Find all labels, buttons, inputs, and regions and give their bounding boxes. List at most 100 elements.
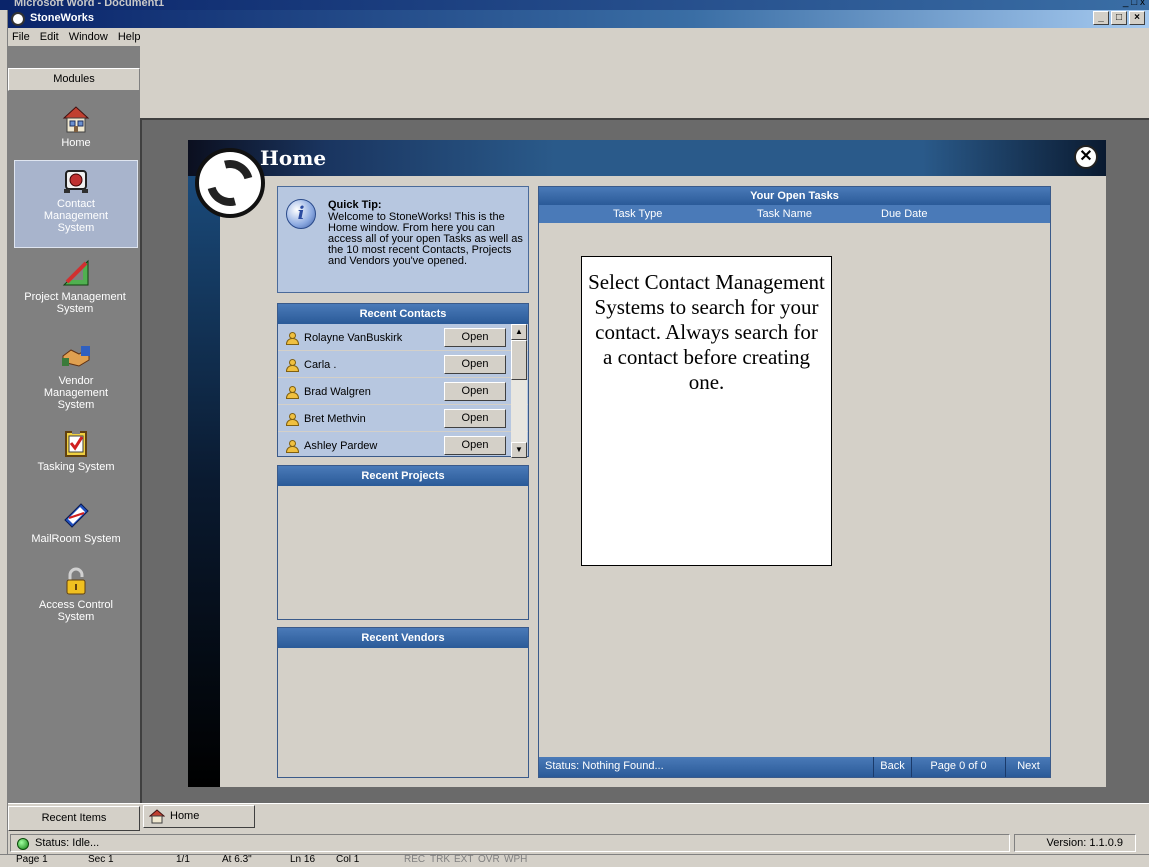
word-status-rec: REC bbox=[404, 854, 426, 865]
list-item[interactable]: Ashley Pardew Open bbox=[278, 432, 528, 456]
word-status-page: Page 1 bbox=[16, 854, 48, 865]
list-item[interactable]: Carla . Open bbox=[278, 351, 528, 378]
open-button[interactable]: Open bbox=[444, 382, 506, 401]
next-button[interactable]: Next bbox=[1005, 757, 1051, 777]
close-button[interactable]: × bbox=[1129, 11, 1145, 25]
modules-header[interactable]: Modules bbox=[8, 68, 140, 91]
background-word-titlebar: Microsoft Word - Document1 _ □ x bbox=[0, 0, 1149, 10]
scroll-down-icon[interactable]: ▼ bbox=[511, 442, 527, 458]
scroll-thumb[interactable] bbox=[511, 340, 527, 380]
window-title: StoneWorks bbox=[30, 12, 94, 24]
sidebar-item-contact-management[interactable]: Contact Management System bbox=[14, 160, 138, 248]
sidebar-item-mailroom-system[interactable]: MailRoom System bbox=[14, 496, 138, 554]
person-icon bbox=[286, 413, 299, 426]
house-icon bbox=[61, 104, 91, 134]
sidebar-item-vendor-management[interactable]: Vendor Management System bbox=[14, 338, 138, 420]
recent-projects-section: Recent Projects bbox=[277, 465, 529, 620]
word-status-at: At 6.3" bbox=[222, 854, 252, 865]
sidebar-item-label: Home bbox=[61, 137, 91, 149]
word-status-section: Sec 1 bbox=[88, 854, 114, 865]
status-light-icon bbox=[17, 838, 29, 850]
sidebar-item-label: Vendor Management System bbox=[43, 375, 109, 411]
page-indicator: Page 0 of 0 bbox=[911, 757, 1005, 777]
person-icon bbox=[286, 386, 299, 399]
ruler-pencil-icon bbox=[61, 258, 91, 288]
tab-home[interactable]: Home bbox=[143, 805, 255, 828]
quick-tip-title: Quick Tip: bbox=[328, 199, 382, 211]
word-status-ovr: OVR bbox=[478, 854, 500, 865]
recent-vendors-section: Recent Vendors bbox=[277, 627, 529, 778]
back-button[interactable]: Back bbox=[873, 757, 911, 777]
column-task-type[interactable]: Task Type bbox=[613, 208, 662, 220]
instruction-callout: Select Contact Management Systems to sea… bbox=[581, 256, 832, 566]
scroll-up-icon[interactable]: ▲ bbox=[511, 324, 527, 340]
person-icon bbox=[286, 440, 299, 453]
minimize-button[interactable]: _ bbox=[1093, 11, 1109, 25]
recent-contacts-list: Rolayne VanBuskirk Open Carla . Open Bra… bbox=[278, 324, 528, 456]
status-bar: Status: Idle... Version: 1.1.0.9 bbox=[8, 832, 1149, 854]
background-word-title: Microsoft Word - Document1 bbox=[14, 0, 165, 9]
sidebar-item-access-control[interactable]: Access Control System bbox=[14, 562, 138, 634]
envelope-icon bbox=[61, 500, 91, 530]
contact-name: Bret Methvin bbox=[304, 413, 366, 425]
recent-vendors-header: Recent Vendors bbox=[278, 628, 528, 648]
app-logo-icon bbox=[11, 12, 25, 26]
word-status-wph: WPH bbox=[504, 854, 528, 865]
quick-tip: i Quick Tip: Welcome to StoneWorks! This… bbox=[277, 186, 529, 293]
open-button[interactable]: Open bbox=[444, 355, 506, 374]
contact-name: Ashley Pardew bbox=[304, 440, 378, 452]
background-word-statusbar: Page 1 Sec 1 1/1 At 6.3" Ln 16 Col 1 REC… bbox=[0, 854, 1149, 867]
open-button[interactable]: Open bbox=[444, 328, 506, 347]
rolodex-icon bbox=[61, 165, 91, 195]
contact-name: Brad Walgren bbox=[304, 386, 371, 398]
word-ruler-strip bbox=[0, 10, 8, 867]
menu-file[interactable]: File bbox=[8, 31, 36, 43]
tab-home-label: Home bbox=[170, 810, 200, 822]
home-panel-title: Home bbox=[260, 146, 327, 170]
tasks-status: Status: Nothing Found... bbox=[545, 760, 664, 772]
window-titlebar: StoneWorks _ □ × bbox=[8, 10, 1149, 28]
word-status-pages: 1/1 bbox=[176, 854, 190, 865]
clipboard-check-icon bbox=[61, 428, 91, 458]
menu-bar: File Edit Window Help bbox=[8, 28, 1149, 46]
sidebar-item-label: Contact Management System bbox=[43, 198, 109, 234]
list-item[interactable]: Bret Methvin Open bbox=[278, 405, 528, 432]
word-status-trk: TRK bbox=[430, 854, 450, 865]
sidebar-item-home[interactable]: Home bbox=[14, 100, 138, 156]
person-icon bbox=[286, 359, 299, 372]
recent-contacts-section: Recent Contacts Rolayne VanBuskirk Open … bbox=[277, 303, 529, 458]
window-controls: _ □ × bbox=[1093, 11, 1145, 25]
maximize-button[interactable]: □ bbox=[1111, 11, 1127, 25]
sidebar-item-project-management[interactable]: Project Management System bbox=[14, 254, 138, 332]
quick-tip-body: Welcome to StoneWorks! This is the Home … bbox=[328, 211, 523, 267]
handshake-icon bbox=[61, 342, 91, 372]
open-button[interactable]: Open bbox=[444, 409, 506, 428]
person-icon bbox=[286, 332, 299, 345]
column-due-date[interactable]: Due Date bbox=[881, 208, 927, 220]
recent-projects-header: Recent Projects bbox=[278, 466, 528, 486]
home-panel-rail bbox=[188, 176, 220, 787]
open-button[interactable]: Open bbox=[444, 436, 506, 455]
close-icon[interactable]: ✕ bbox=[1074, 145, 1098, 169]
recent-contacts-header: Recent Contacts bbox=[278, 304, 528, 324]
menu-help[interactable]: Help bbox=[114, 31, 147, 43]
status-text: Status: Idle... bbox=[35, 837, 100, 849]
list-item[interactable]: Rolayne VanBuskirk Open bbox=[278, 324, 528, 351]
contacts-scrollbar[interactable]: ▲ ▼ bbox=[511, 324, 527, 458]
tasks-footer: Status: Nothing Found... Back Page 0 of … bbox=[539, 757, 1050, 777]
list-item[interactable]: Brad Walgren Open bbox=[278, 378, 528, 405]
sidebar-item-label: Project Management System bbox=[24, 291, 126, 315]
sidebar-item-label: MailRoom System bbox=[31, 533, 121, 545]
recent-items-button[interactable]: Recent Items bbox=[8, 806, 140, 831]
column-task-name[interactable]: Task Name bbox=[757, 208, 812, 220]
sidebar-item-tasking-system[interactable]: Tasking System bbox=[14, 424, 138, 486]
menu-edit[interactable]: Edit bbox=[36, 31, 65, 43]
sidebar-item-label: Tasking System bbox=[37, 461, 115, 473]
contact-name: Rolayne VanBuskirk bbox=[304, 332, 403, 344]
word-status-col: Col 1 bbox=[336, 854, 360, 865]
menu-window[interactable]: Window bbox=[65, 31, 114, 43]
word-status-ext: EXT bbox=[454, 854, 474, 865]
house-icon bbox=[148, 809, 166, 824]
open-tasks-header: Your Open Tasks bbox=[539, 187, 1050, 205]
background-word-controls[interactable]: _ □ x bbox=[1123, 0, 1145, 8]
